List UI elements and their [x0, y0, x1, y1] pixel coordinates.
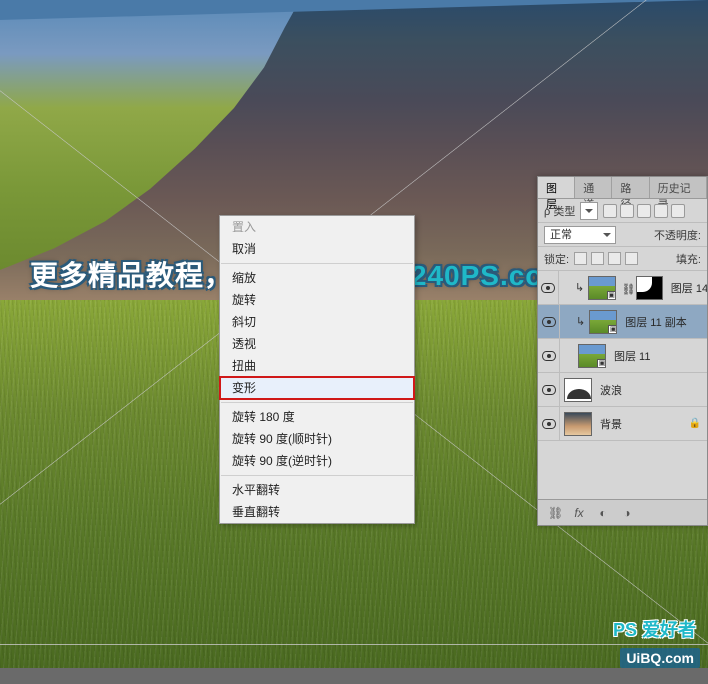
layers-panel: 图层通道路径历史记录 ρ 类型 正常 不透明度: 锁定: 填充: ↳ ▣ ⛓ 图层 1… [537, 176, 708, 526]
adjustment-layer-icon[interactable]: ◑ [620, 506, 634, 520]
layer-row-4[interactable]: 背景 🔒 [538, 407, 707, 441]
menu-item-6[interactable]: 透视 [220, 333, 414, 355]
link-layers-icon[interactable]: ⛓ [548, 506, 562, 520]
layer-row-0[interactable]: ↳ ▣ ⛓ 图层 14 [538, 271, 707, 305]
blend-opacity-row: 正常 不透明度: [538, 223, 707, 247]
lock-transparent-icon[interactable] [574, 252, 587, 265]
filter-kind-dropdown[interactable] [580, 202, 598, 220]
lock-all-icon[interactable] [625, 252, 638, 265]
filter-type-icon[interactable] [637, 204, 651, 218]
layers-list: ↳ ▣ ⛓ 图层 14 ↳ ▣ 图层 11 副本 ▣ 图层 11 波浪背景 🔒 [538, 271, 707, 441]
filter-smart-icon[interactable] [671, 204, 685, 218]
eye-icon [541, 283, 555, 293]
menu-item-5[interactable]: 斜切 [220, 311, 414, 333]
panel-tabs: 图层通道路径历史记录 [538, 177, 707, 199]
lock-fill-row: 锁定: 填充: [538, 247, 707, 271]
layer-mask-thumbnail[interactable] [636, 276, 663, 300]
fx-icon[interactable]: fx [572, 506, 586, 520]
menu-item-3[interactable]: 缩放 [220, 267, 414, 289]
filter-pixel-icon[interactable] [603, 204, 617, 218]
opacity-label: 不透明度: [654, 227, 701, 243]
layer-name-label[interactable]: 图层 11 [614, 348, 650, 364]
blend-mode-dropdown[interactable]: 正常 [544, 226, 616, 244]
eye-icon [542, 385, 556, 395]
menu-separator [221, 263, 413, 264]
layer-visibility-toggle[interactable] [538, 407, 560, 440]
menu-item-12[interactable]: 旋转 90 度(逆时针) [220, 450, 414, 472]
menu-item-0: 置入 [220, 216, 414, 238]
panel-tab-1[interactable]: 通道 [575, 177, 612, 198]
menu-item-1[interactable]: 取消 [220, 238, 414, 260]
layer-thumbnail[interactable]: ▣ [588, 276, 615, 300]
bottom-gray-bar [0, 668, 708, 684]
filter-kind-label: ρ 类型 [544, 203, 575, 219]
panel-footer: ⛓ fx ◐ ◑ [538, 499, 707, 525]
layer-row-3[interactable]: 波浪 [538, 373, 707, 407]
add-mask-icon[interactable]: ◐ [596, 506, 610, 520]
filter-shape-icon[interactable] [654, 204, 668, 218]
layer-name-label[interactable]: 图层 11 副本 [625, 314, 687, 330]
layer-filter-row: ρ 类型 [538, 199, 707, 223]
menu-separator [221, 475, 413, 476]
layer-row-2[interactable]: ▣ 图层 11 [538, 339, 707, 373]
layer-thumbnail[interactable]: ▣ [578, 344, 606, 368]
clip-arrow-icon: ↳ [575, 281, 584, 294]
layer-visibility-toggle[interactable] [538, 271, 559, 304]
filter-kind-icons [603, 204, 685, 218]
transform-context-menu: 置入取消缩放旋转斜切透视扭曲变形旋转 180 度旋转 90 度(顺时针)旋转 9… [219, 215, 415, 524]
layer-row-1[interactable]: ↳ ▣ 图层 11 副本 [538, 305, 707, 339]
layer-thumbnail[interactable] [564, 378, 592, 402]
watermark-ps: PS 爱好者 [613, 616, 696, 642]
layer-visibility-toggle[interactable] [538, 339, 560, 372]
lock-icons [574, 252, 638, 265]
smart-object-badge-icon: ▣ [608, 325, 617, 334]
eye-icon [542, 317, 556, 327]
lock-pixels-icon[interactable] [591, 252, 604, 265]
smart-object-badge-icon: ▣ [597, 359, 606, 368]
menu-item-10[interactable]: 旋转 180 度 [220, 406, 414, 428]
panel-tab-0[interactable]: 图层 [538, 177, 575, 198]
lock-icon: 🔒 [689, 418, 701, 429]
menu-item-4[interactable]: 旋转 [220, 289, 414, 311]
eye-icon [542, 419, 556, 429]
watermark-uibq: UiBQ.com [620, 648, 700, 668]
layer-visibility-toggle[interactable] [538, 305, 560, 338]
lock-label: 锁定: [544, 251, 569, 267]
layer-name-label[interactable]: 波浪 [600, 382, 622, 398]
panel-tab-2[interactable]: 路径 [612, 177, 649, 198]
menu-item-14[interactable]: 水平翻转 [220, 479, 414, 501]
layer-thumbnail[interactable] [564, 412, 592, 436]
smart-object-badge-icon: ▣ [607, 291, 616, 300]
lock-position-icon[interactable] [608, 252, 621, 265]
layer-visibility-toggle[interactable] [538, 373, 560, 406]
menu-item-15[interactable]: 垂直翻转 [220, 501, 414, 523]
eye-icon [542, 351, 556, 361]
menu-item-8[interactable]: 变形 [220, 377, 414, 399]
menu-item-11[interactable]: 旋转 90 度(顺时针) [220, 428, 414, 450]
fill-label: 填充: [676, 251, 701, 267]
mask-link-icon[interactable]: ⛓ [622, 283, 632, 293]
menu-item-7[interactable]: 扭曲 [220, 355, 414, 377]
clip-arrow-icon: ↳ [576, 315, 585, 328]
layer-thumbnail[interactable]: ▣ [589, 310, 617, 334]
panel-tab-3[interactable]: 历史记录 [650, 177, 707, 198]
layer-name-label[interactable]: 图层 14 [671, 280, 707, 296]
layer-name-label[interactable]: 背景 [600, 416, 622, 432]
menu-separator [221, 402, 413, 403]
filter-adjust-icon[interactable] [620, 204, 634, 218]
